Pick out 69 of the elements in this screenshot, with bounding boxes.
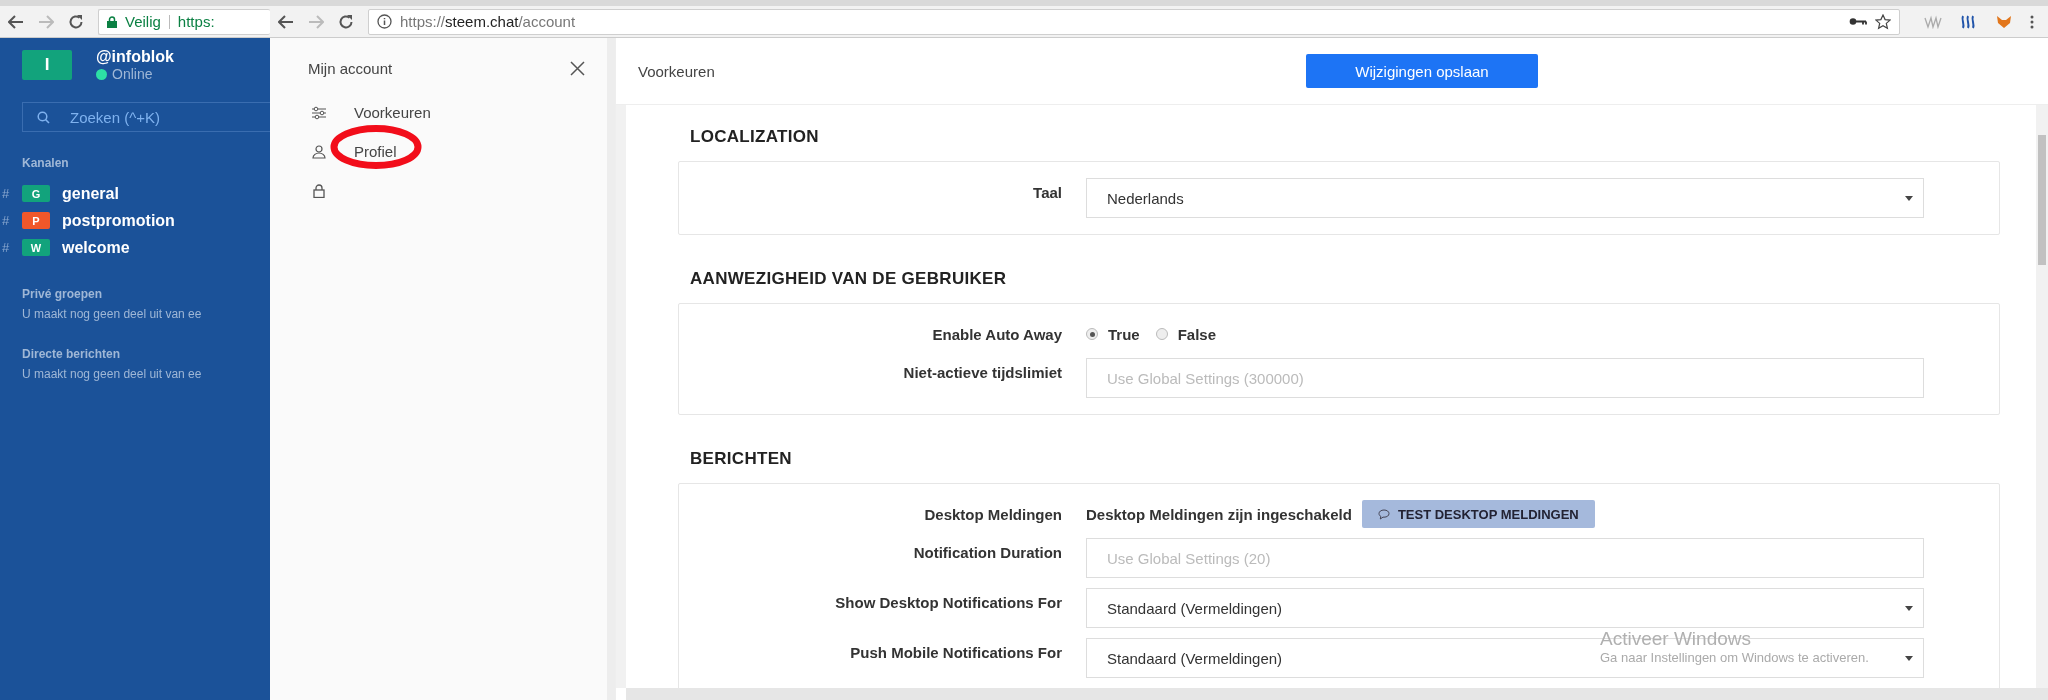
field-label: Desktop Meldingen: [923, 505, 1062, 523]
field-label: Notification Duration: [912, 543, 1062, 561]
test-button[interactable]: TEST DESKTOP MELDINGEN: [1361, 500, 1595, 528]
info-icon: [377, 14, 392, 29]
channel-badge: W: [22, 239, 50, 256]
menu-icon[interactable]: [2030, 14, 2034, 29]
section-heading: LOCALIZATION: [690, 127, 820, 147]
hash-icon: #: [0, 240, 22, 255]
field-label: Show Desktop Notifications For: [834, 593, 1062, 611]
radio-label: False: [1177, 325, 1217, 343]
status-text: Online: [112, 66, 153, 82]
speech-bubble-icon: [1377, 508, 1390, 520]
security-label: Veilig: [125, 13, 161, 30]
field-label: Niet-actieve tijdslimiet: [902, 363, 1062, 381]
field-label: Taal: [1032, 183, 1062, 201]
lock-icon: [107, 15, 117, 28]
channel-item[interactable]: welcome: [62, 238, 130, 257]
url-text: https:: [177, 13, 215, 30]
section-heading: Privé groepen: [22, 287, 104, 301]
menu-item[interactable]: Profiel: [354, 143, 397, 160]
reload-icon[interactable]: [338, 13, 354, 30]
status-dot: [96, 68, 107, 80]
caret-icon: [1905, 655, 1913, 661]
search-icon: [37, 110, 50, 124]
empty-text: U maakt nog geen deel uit van ee: [22, 367, 203, 381]
input-field[interactable]: Use Global Settings (300000): [1086, 358, 1924, 398]
save-button[interactable]: Wijzigingen opslaan: [1306, 54, 1538, 88]
input-field[interactable]: Use Global Settings (20): [1086, 538, 1924, 578]
scrollbar-thumb[interactable]: [2038, 135, 2046, 265]
address-bar[interactable]: Veilig https:: [98, 8, 270, 35]
caret-icon: [1905, 605, 1913, 611]
dropdown[interactable]: Standaard (Vermeldingen): [1086, 588, 1924, 628]
panel-title: Mijn account: [308, 60, 393, 77]
star-icon[interactable]: [1875, 13, 1891, 30]
section-heading: AANWEZIGHEID VAN DE GEBRUIKER: [690, 269, 1008, 289]
page-title: Voorkeuren: [638, 62, 715, 80]
field-label: Enable Auto Away: [931, 325, 1062, 343]
hash-icon: #: [0, 186, 22, 201]
channel-item[interactable]: postpromotion: [62, 211, 175, 230]
menu-item[interactable]: Voorkeuren: [354, 104, 431, 121]
radio-button[interactable]: [1155, 328, 1168, 340]
reload-icon[interactable]: [68, 13, 84, 30]
channel-badge: G: [22, 185, 50, 202]
username: @infoblok: [96, 48, 174, 66]
radio-button[interactable]: [1086, 328, 1098, 340]
lock-icon: [312, 183, 326, 198]
url-text: https://steem.chat/account: [400, 13, 576, 30]
field-label: Push Mobile Notifications For: [849, 643, 1062, 661]
key-icon[interactable]: [1849, 17, 1867, 26]
back-icon[interactable]: [278, 14, 294, 29]
sliders-icon: [312, 105, 326, 120]
section-heading: BERICHTEN: [690, 449, 793, 469]
radio-label: True: [1108, 325, 1140, 343]
fox-icon[interactable]: [1996, 14, 2012, 29]
status-text: Desktop Meldingen zijn ingeschakeld: [1086, 505, 1352, 523]
activation-text: Ga naar Instellingen om Windows te activeren.: [1600, 650, 1869, 665]
section-heading: Kanalen: [22, 156, 70, 170]
section-heading: Directe berichten: [22, 347, 122, 361]
channel-item[interactable]: general: [62, 184, 119, 203]
user-icon: [312, 144, 326, 159]
channel-badge: P: [22, 212, 50, 229]
back-icon[interactable]: [8, 14, 24, 29]
address-bar[interactable]: https://steem.chat/account: [368, 8, 1900, 35]
dropdown[interactable]: Nederlands: [1086, 178, 1924, 218]
close-icon[interactable]: [570, 61, 585, 76]
hash-icon: #: [0, 213, 22, 228]
search-field[interactable]: Zoeken (^+K): [22, 102, 270, 132]
caret-icon: [1905, 195, 1913, 201]
empty-text: U maakt nog geen deel uit van ee: [22, 307, 203, 321]
